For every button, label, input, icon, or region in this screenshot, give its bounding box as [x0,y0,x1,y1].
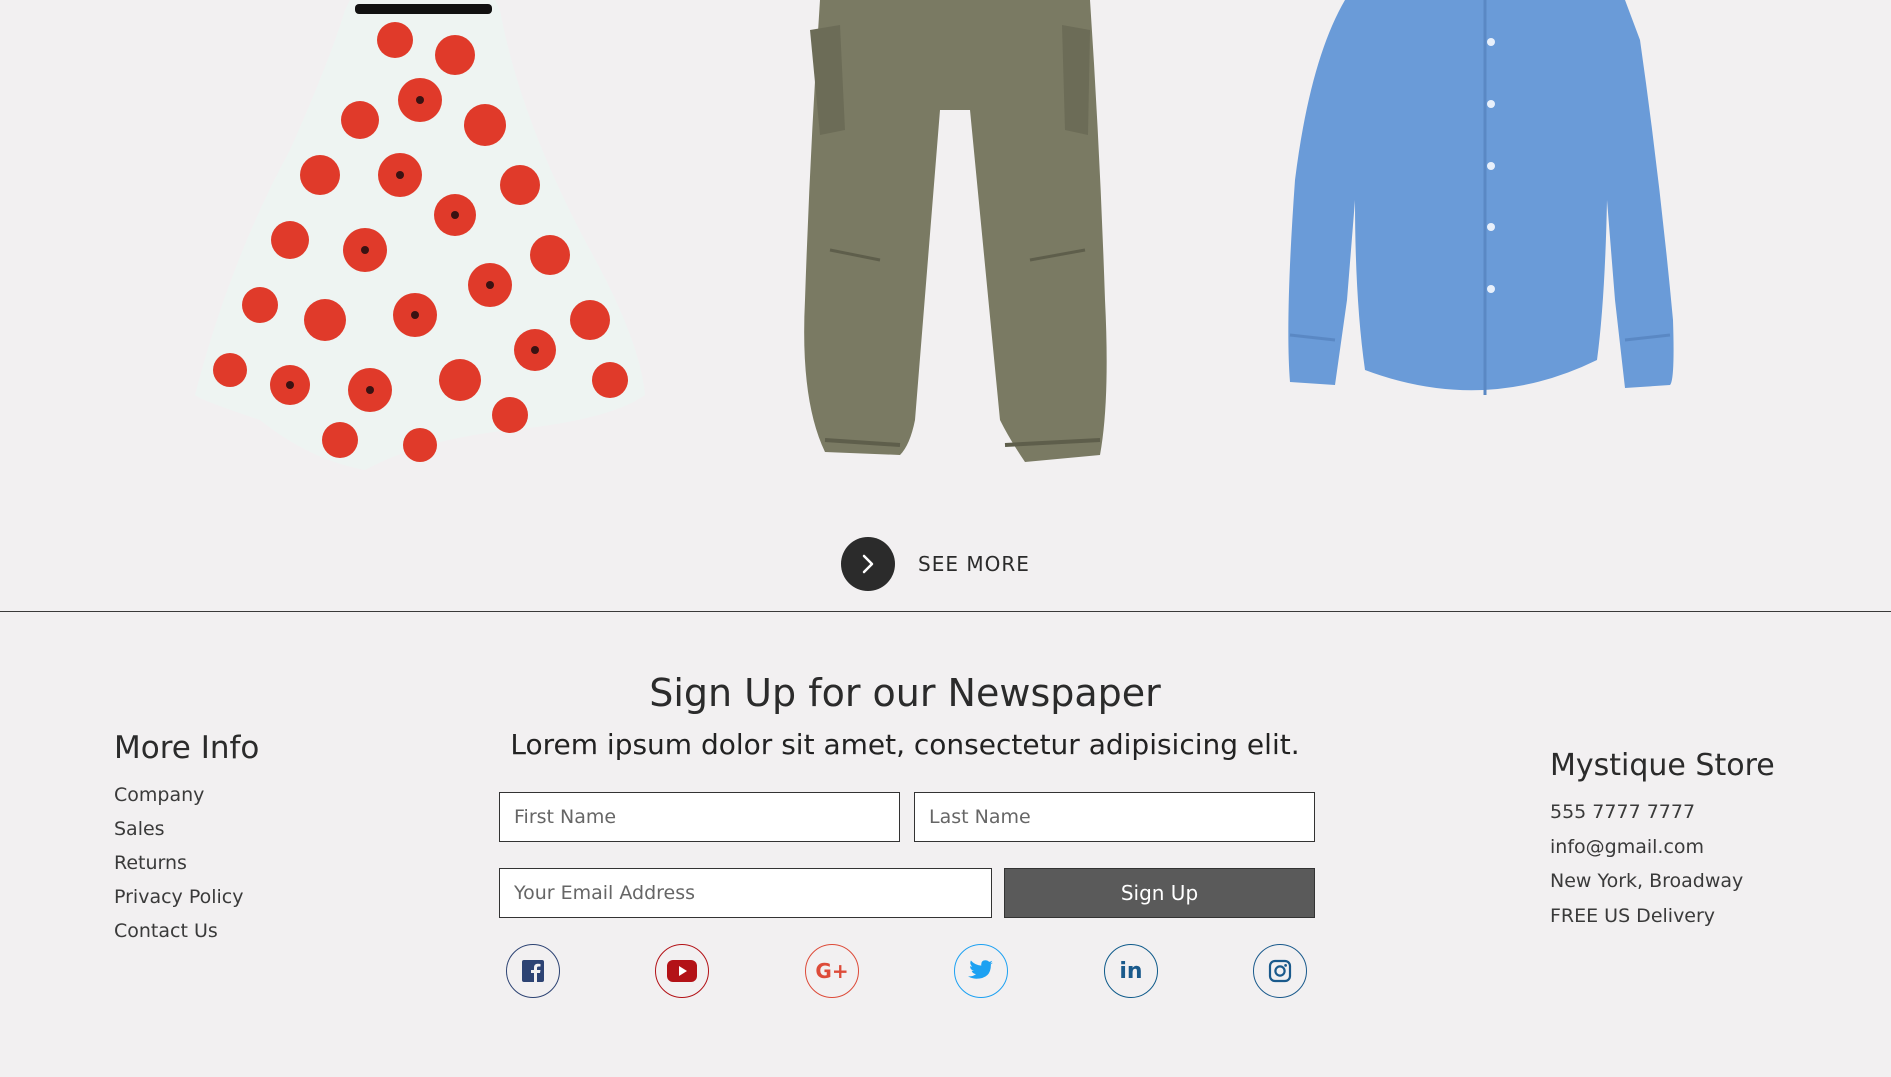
chevron-right-icon [841,537,895,591]
blue-shirt-image[interactable] [1285,0,1675,405]
linkedin-icon[interactable]: in [1104,944,1158,998]
sign-up-button[interactable]: Sign Up [1004,868,1315,918]
instagram-icon[interactable] [1253,944,1307,998]
link-company[interactable]: Company [114,778,259,812]
youtube-icon[interactable] [655,944,709,998]
store-address: New York, Broadway [1550,870,1744,892]
section-divider [0,611,1891,612]
red-floral-dress-image[interactable] [190,0,650,480]
link-contact-us[interactable]: Contact Us [114,914,259,948]
store-title: Mystique Store [1550,748,1775,783]
product-gallery [0,0,1891,490]
see-more-button[interactable]: SEE MORE [841,537,1030,591]
store-email: info@gmail.com [1550,835,1705,858]
facebook-icon[interactable] [506,944,560,998]
link-sales[interactable]: Sales [114,812,259,846]
newsletter-subtitle: Lorem ipsum dolor sit amet, consectetur … [510,728,1300,761]
link-returns[interactable]: Returns [114,846,259,880]
store-delivery: FREE US Delivery [1550,904,1716,927]
more-info-column: More Info Company Sales Returns Privacy … [114,730,259,948]
newsletter-title: Sign Up for our Newspaper [649,671,1161,715]
link-privacy-policy[interactable]: Privacy Policy [114,880,259,914]
google-plus-icon[interactable]: G+ [805,944,859,998]
olive-cargo-pants-image[interactable] [800,0,1110,470]
store-info-column: Mystique Store 555 7777 7777 info@gmail.… [1550,748,1775,933]
twitter-icon[interactable] [954,944,1008,998]
first-name-input[interactable] [499,792,900,842]
last-name-input[interactable] [914,792,1315,842]
email-input[interactable] [499,868,992,918]
see-more-label: SEE MORE [918,552,1030,576]
store-phone: 555 7777 7777 [1550,801,1696,823]
